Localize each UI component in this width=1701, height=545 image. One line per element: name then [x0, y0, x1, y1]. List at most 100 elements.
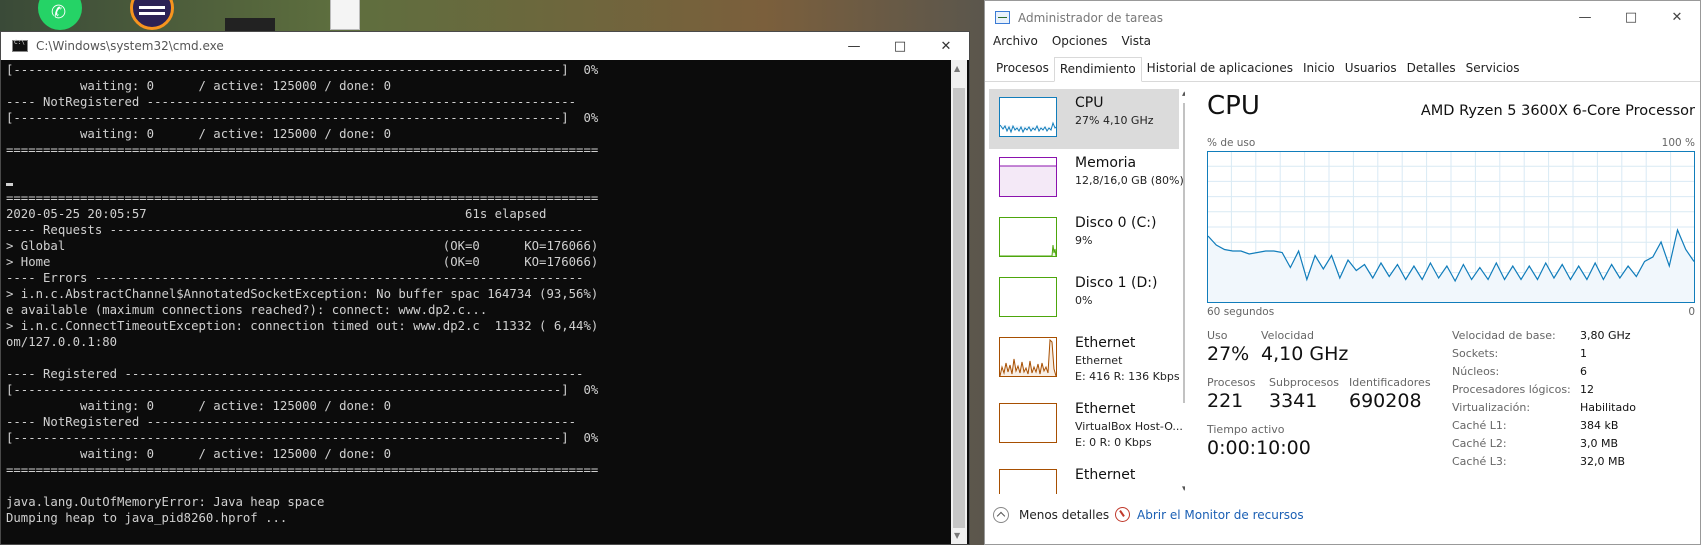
- console-line: om/127.0.0.1:80: [6, 335, 118, 349]
- console-line: > Home (OK=0 KO=176066): [6, 255, 599, 269]
- tm-window-title: Administrador de tareas: [1018, 10, 1164, 25]
- cmd-app-icon: [12, 39, 28, 52]
- menu-bar: Archivo Opciones Vista: [985, 34, 1700, 54]
- usage-value: 27%: [1207, 343, 1250, 365]
- sidebar-scrollbar-thumb[interactable]: [1183, 103, 1185, 403]
- speed-value: 4,10 GHz: [1261, 343, 1349, 365]
- processes-value: 221: [1207, 390, 1244, 412]
- document-icon[interactable]: [330, 0, 360, 30]
- spec-value: 32,0 MB: [1580, 455, 1626, 468]
- spec-value: 1: [1580, 347, 1587, 360]
- menu-archivo[interactable]: Archivo: [993, 34, 1038, 54]
- sidebar-item-detail: VirtualBox Host-O...: [1075, 420, 1183, 433]
- eclipse-icon[interactable]: [130, 0, 174, 30]
- cpu-usage-graph: [1207, 151, 1695, 303]
- cmd-minimize-button[interactable]: —: [831, 32, 877, 60]
- tab-inicio[interactable]: Inicio: [1298, 57, 1340, 80]
- tab-usuarios[interactable]: Usuarios: [1340, 57, 1402, 80]
- sidebar-item-name: Memoria: [1075, 155, 1137, 171]
- spec-label: Velocidad de base:: [1452, 329, 1556, 342]
- speed-label: Velocidad: [1261, 329, 1315, 342]
- scroll-up-icon[interactable]: ▲: [954, 64, 960, 73]
- tab-rendimiento[interactable]: Rendimiento: [1053, 57, 1142, 82]
- console-line: ---- NotRegistered ---------------------…: [6, 415, 577, 429]
- console-line: java.lang.OutOfMemoryError: Java heap sp…: [6, 495, 325, 509]
- chevron-down-icon[interactable]: ▾: [1182, 484, 1185, 494]
- less-details-link[interactable]: Menos detalles: [1019, 508, 1109, 522]
- sidebar-item-cpu[interactable]: CPU 27% 4,10 GHz: [989, 89, 1179, 149]
- tab-historial[interactable]: Historial de aplicaciones: [1142, 57, 1298, 80]
- sidebar-item-detail: 12,8/16,0 GB (80%): [1075, 174, 1184, 187]
- spec-value: 12: [1580, 383, 1594, 396]
- tm-footer: Menos detalles Abrir el Monitor de recur…: [985, 500, 1700, 530]
- tm-titlebar[interactable]: Administrador de tareas — □ ✕: [985, 1, 1700, 34]
- task-manager-window: Administrador de tareas — □ ✕ Archivo Op…: [984, 0, 1701, 545]
- console-line: > Global (OK=0 KO=176066): [6, 239, 599, 253]
- threads-value: 3341: [1269, 390, 1318, 412]
- console-output[interactable]: [---------------------------------------…: [1, 60, 967, 544]
- tab-procesos[interactable]: Procesos: [991, 57, 1054, 80]
- console-lines-top: [---------------------------------------…: [1, 60, 967, 174]
- console-line: ---- Requests --------------------------…: [6, 223, 584, 237]
- console-line: Dumping heap to java_pid8260.hprof ...: [6, 511, 288, 525]
- spec-label: Caché L3:: [1452, 455, 1507, 468]
- scroll-down-icon[interactable]: ▼: [954, 531, 960, 540]
- sidebar-item-detail: Ethernet: [1075, 354, 1123, 367]
- whatsapp-icon[interactable]: [38, 0, 82, 30]
- x-axis-label: 60 segundos: [1207, 306, 1275, 318]
- cmd-close-button[interactable]: ✕: [923, 32, 969, 60]
- sidebar-item-detail: 0%: [1075, 294, 1093, 307]
- cmd-maximize-button[interactable]: □: [877, 32, 923, 60]
- cmd-titlebar[interactable]: C:\Windows\system32\cmd.exe — □ ✕: [1, 32, 969, 60]
- ethernet3-thumbnail-graph: [999, 469, 1057, 494]
- sidebar-item-ethernet-1[interactable]: Ethernet Ethernet E: 416 R: 136 Kbps: [989, 329, 1180, 389]
- menu-opciones[interactable]: Opciones: [1052, 34, 1108, 54]
- sidebar-item-ethernet-3[interactable]: Ethernet: [989, 461, 1179, 494]
- console-line: ---- Errors ----------------------------…: [6, 271, 584, 285]
- tab-servicios[interactable]: Servicios: [1461, 57, 1525, 80]
- tab-detalles[interactable]: Detalles: [1402, 57, 1461, 80]
- console-line: 2020-05-25 20:05:57 61s elapsed: [6, 207, 547, 221]
- cpu-thumbnail-graph: [999, 97, 1057, 137]
- chevron-up-icon[interactable]: [993, 507, 1009, 523]
- spec-label: Caché L2:: [1452, 437, 1507, 450]
- sidebar-item-disco-1[interactable]: Disco 1 (D:) 0%: [989, 269, 1179, 329]
- sidebar-item-disco-0[interactable]: Disco 0 (C:) 9%: [989, 209, 1179, 269]
- console-line: waiting: 0 / active: 125000 / done: 0: [6, 127, 391, 141]
- resource-sidebar: CPU 27% 4,10 GHz Memoria 12,8/16,0 GB (8…: [985, 89, 1185, 494]
- console-line: ---- NotRegistered ---------------------…: [6, 95, 577, 109]
- console-line: ========================================…: [6, 191, 599, 205]
- console-line: > i.n.c.ConnectTimeoutException: connect…: [6, 319, 599, 333]
- sidebar-item-name: CPU: [1075, 95, 1104, 111]
- spec-value: Habilitado: [1580, 401, 1636, 414]
- console-line: > i.n.c.AbstractChannel$AnnotatedSocketE…: [6, 287, 599, 301]
- cmd-scrollbar[interactable]: ▲ ▼: [951, 60, 967, 544]
- console-line: ---- Registered ------------------------…: [6, 367, 584, 381]
- dark-window-icon[interactable]: [225, 18, 275, 32]
- processor-name: AMD Ryzen 5 3600X 6-Core Processor: [1420, 103, 1695, 119]
- sidebar-item-memoria[interactable]: Memoria 12,8/16,0 GB (80%): [989, 149, 1184, 209]
- sidebar-item-detail: 9%: [1075, 234, 1093, 247]
- sidebar-item-ethernet-2[interactable]: Ethernet VirtualBox Host-O... E: 0 R: 0 …: [989, 395, 1183, 455]
- tm-minimize-button[interactable]: —: [1562, 1, 1608, 33]
- console-line: [---------------------------------------…: [6, 383, 599, 397]
- memory-thumbnail-graph: [999, 157, 1057, 197]
- sidebar-item-name: Ethernet: [1075, 401, 1136, 417]
- menu-vista[interactable]: Vista: [1121, 34, 1151, 54]
- tm-close-button[interactable]: ✕: [1654, 1, 1700, 33]
- resource-monitor-link[interactable]: Abrir el Monitor de recursos: [1137, 508, 1304, 522]
- x-axis-end-label: 0: [1688, 306, 1695, 318]
- text-cursor: [6, 183, 13, 186]
- sidebar-scrollbar[interactable]: ▴ ▾: [1181, 89, 1185, 494]
- resource-monitor-icon[interactable]: [1115, 507, 1130, 522]
- chevron-up-icon[interactable]: ▴: [1182, 89, 1185, 99]
- console-cursor-line: [1, 174, 967, 190]
- console-line: [---------------------------------------…: [6, 111, 599, 125]
- tm-maximize-button[interactable]: □: [1608, 1, 1654, 33]
- cmd-scrollbar-thumb[interactable]: [953, 88, 965, 528]
- tab-strip: Procesos Rendimiento Historial de aplica…: [985, 57, 1700, 82]
- console-lines-bottom: ========================================…: [1, 190, 967, 526]
